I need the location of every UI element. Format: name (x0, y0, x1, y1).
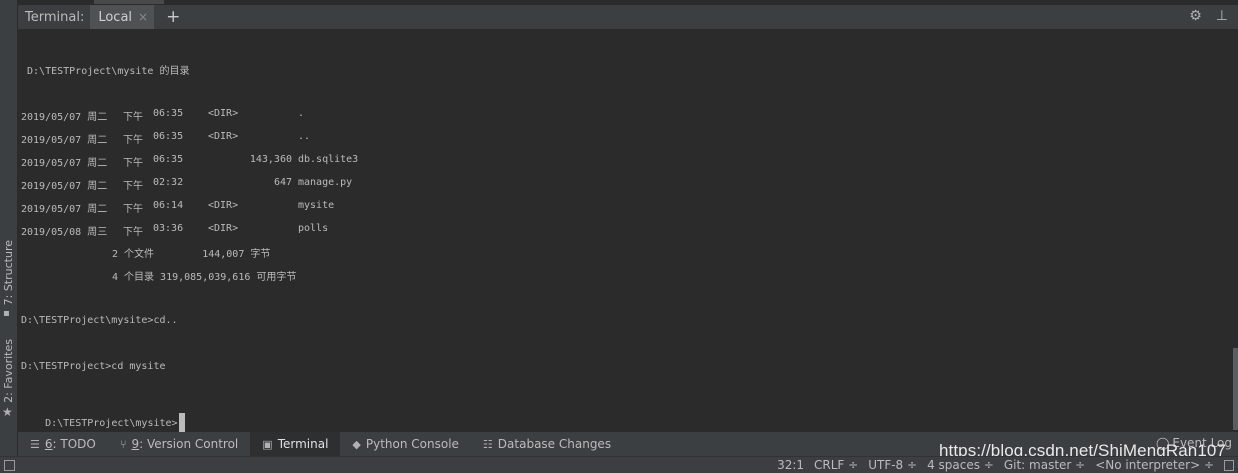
listing-name: db.sqlite3 (298, 154, 359, 165)
side-tab-structure-label: 7: Structure (2, 240, 15, 306)
listing-time: 06:14 (153, 200, 184, 211)
event-log-icon: ◯ (1155, 436, 1170, 450)
todo-key: 6 (44, 437, 53, 451)
listing-name: polls (298, 223, 329, 234)
terminal-title: Terminal: (25, 9, 85, 25)
tool-windows-toggle-icon[interactable] (4, 460, 15, 471)
interpreter-selector[interactable]: <No interpreter> ÷ (1095, 458, 1214, 472)
version-control-button[interactable]: ⑂ 9: Version Control (108, 432, 250, 456)
listing-type: <DIR> (208, 223, 239, 234)
branch-icon: ⑂ (119, 437, 127, 451)
listing-date: 2019/05/07 周二 (21, 135, 108, 146)
line-separator[interactable]: CRLF ÷ (814, 458, 858, 472)
structure-icon: ▪ (3, 307, 10, 319)
todo-button[interactable]: ☰ 6: TODO (18, 432, 108, 456)
python-console-button[interactable]: ◆ Python Console (340, 432, 471, 456)
list-icon: ☰ (30, 437, 40, 451)
listing-time: 06:35 (153, 131, 184, 142)
lock-icon[interactable] (1224, 459, 1234, 471)
todo-label: : TODO (52, 437, 96, 451)
side-tab-favorites[interactable]: 2: Favorites (0, 339, 17, 403)
listing-type: <DIR> (208, 200, 239, 211)
listing-size: 143,360 (249, 154, 292, 165)
terminal-output[interactable]: D:\TESTProject\mysite 的目录 2019/05/07 周二下… (18, 29, 1233, 433)
listing-name: .. (298, 131, 311, 142)
listing-ampm: 下午 (123, 227, 143, 238)
listing-time: 02:32 (153, 177, 184, 188)
database-changes-label: Database Changes (497, 437, 612, 451)
listing-size: 647 (273, 177, 292, 188)
listing-name: . (298, 108, 305, 119)
dir-header: D:\TESTProject\mysite 的目录 (21, 66, 190, 77)
listing-type: <DIR> (208, 108, 239, 119)
git-branch[interactable]: Git: master ÷ (1004, 458, 1085, 472)
listing-name: mysite (298, 200, 335, 211)
caret-position[interactable]: 32:1 (777, 458, 804, 472)
listing-date: 2019/05/07 周二 (21, 181, 108, 192)
listing-time: 06:35 (153, 108, 184, 119)
prompt-text: D:\TESTProject\mysite> (45, 418, 178, 429)
indent-setting[interactable]: 4 spaces ÷ (927, 458, 994, 472)
terminal-header: Terminal: Local × + ⚙ ⊥ (18, 5, 1238, 29)
listing-time: 03:36 (153, 223, 184, 234)
command-line: D:\TESTProject\mysite>cd.. (21, 315, 178, 326)
listing-time: 06:35 (153, 154, 184, 165)
database-icon: ☷ (482, 437, 493, 451)
star-icon: ★ (2, 405, 13, 419)
side-tab-structure[interactable]: 7: Structure (0, 240, 17, 306)
left-tool-strip: 7: Structure ▪ 2: Favorites ★ (0, 0, 18, 456)
python-console-label: Python Console (365, 437, 459, 451)
minimize-icon[interactable]: ⊥ (1216, 8, 1228, 24)
tab-local[interactable]: Local × (90, 5, 155, 29)
side-tab-favorites-label: 2: Favorites (2, 339, 15, 403)
listing-ampm: 下午 (123, 112, 143, 123)
event-log-label: Event Log (1172, 436, 1232, 450)
python-icon: ◆ (352, 437, 361, 451)
listing-date: 2019/05/07 周二 (21, 204, 108, 215)
database-changes-button[interactable]: ☷ Database Changes (471, 432, 623, 456)
text-cursor (178, 413, 185, 433)
summary-files: 2 个文件 144,007 字节 (112, 249, 271, 260)
scrollbar-thumb[interactable] (1233, 348, 1238, 430)
vc-label: : Version Control (139, 437, 239, 451)
terminal-icon: ▣ (262, 437, 273, 451)
terminal-button[interactable]: ▣ Terminal (250, 432, 341, 456)
listing-ampm: 下午 (123, 181, 143, 192)
terminal-button-label: Terminal (277, 437, 329, 451)
close-icon[interactable]: × (138, 10, 148, 24)
add-tab-icon[interactable]: + (166, 8, 180, 26)
file-encoding[interactable]: UTF-8 ÷ (868, 458, 917, 472)
summary-dirs: 4 个目录 319,085,039,616 可用字节 (112, 272, 297, 283)
listing-date: 2019/05/08 周三 (21, 227, 108, 238)
event-log-button[interactable]: ◯ Event Log (1156, 436, 1232, 450)
listing-ampm: 下午 (123, 158, 143, 169)
gear-icon[interactable]: ⚙ (1189, 8, 1202, 24)
listing-name: manage.py (298, 177, 353, 188)
listing-type: <DIR> (208, 131, 239, 142)
listing-date: 2019/05/07 周二 (21, 158, 108, 169)
tool-window-bar: ☰ 6: TODO ⑂ 9: Version Control ▣ Termina… (18, 432, 1238, 456)
listing-ampm: 下午 (123, 135, 143, 146)
tab-local-label: Local (98, 9, 133, 25)
listing-date: 2019/05/07 周二 (21, 112, 108, 123)
vc-key: 9 (131, 437, 140, 451)
command-line: D:\TESTProject>cd mysite (21, 361, 166, 372)
status-bar: 32:1 CRLF ÷ UTF-8 ÷ 4 spaces ÷ Git: mast… (0, 456, 1238, 473)
window-top-fragment (94, 0, 164, 4)
listing-ampm: 下午 (123, 204, 143, 215)
